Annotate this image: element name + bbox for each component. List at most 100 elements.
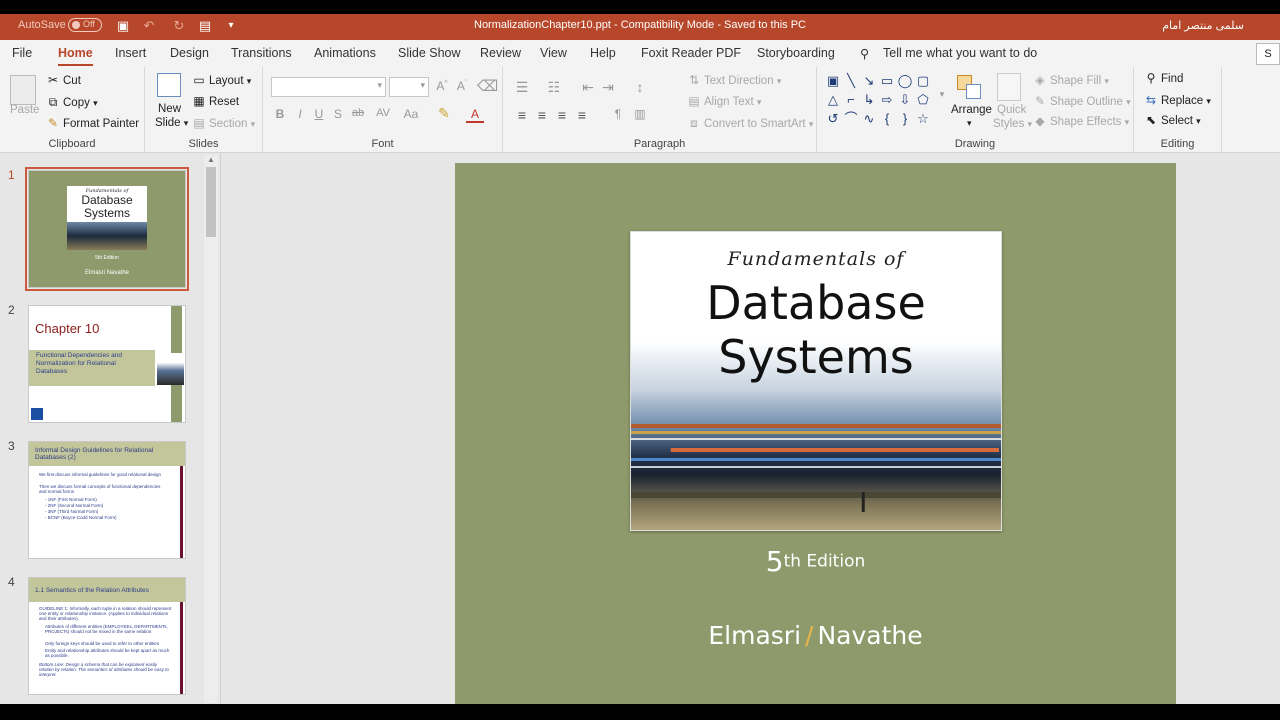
clear-formatting-icon[interactable]: ⌫ [477, 77, 498, 95]
tab-view[interactable]: View [540, 46, 567, 60]
user-name[interactable]: سلمى منتصر امام [1162, 19, 1244, 32]
tab-home[interactable]: Home [58, 46, 93, 66]
share-button[interactable]: S [1256, 43, 1280, 65]
slide-thumbnail-3[interactable]: Informal Design Guidelines for Relationa… [28, 441, 186, 559]
arrange-button[interactable]: Arrange [951, 104, 992, 116]
columns-icon[interactable]: ▥ [631, 107, 649, 121]
textbox-shape-icon[interactable]: ▣ [825, 73, 841, 89]
tab-slide-show[interactable]: Slide Show [398, 46, 461, 60]
shape-effects-button[interactable]: ◆ Shape Effects ▾ [1033, 114, 1129, 128]
font-color-icon[interactable]: A [466, 107, 484, 123]
tab-animations[interactable]: Animations [314, 46, 376, 60]
tab-storyboarding[interactable]: Storyboarding [757, 46, 835, 60]
layout-button[interactable]: ▭ Layout ▾ [192, 73, 251, 87]
freeform-shape-icon[interactable]: ∿ [861, 111, 877, 127]
select-button[interactable]: ⬉ Select ▾ [1144, 113, 1201, 127]
change-case-button[interactable]: Aa [399, 107, 423, 121]
scroll-up-icon[interactable]: ▲ [204, 155, 218, 165]
justify-icon[interactable]: ≡ [573, 107, 591, 123]
shape-fill-button[interactable]: ◈ Shape Fill ▾ [1033, 73, 1109, 87]
font-size-combo[interactable] [389, 77, 429, 97]
new-slide-button-line1[interactable]: New [158, 103, 181, 115]
rectangle-shape-icon[interactable]: ▭ [879, 73, 895, 89]
tab-review[interactable]: Review [480, 46, 521, 60]
paste-button[interactable]: Paste [10, 104, 39, 116]
convert-smartart-button[interactable]: ⧈ Convert to SmartArt ▾ [687, 116, 813, 131]
shadow-button[interactable]: S [329, 107, 347, 121]
right-arrow-shape-icon[interactable]: ⇨ [879, 92, 895, 108]
char-spacing-button[interactable]: AV [371, 107, 395, 119]
shape-outline-button[interactable]: ✎ Shape Outline ▾ [1033, 94, 1131, 108]
thumbnails-scrollbar[interactable]: ▲ [204, 155, 218, 703]
slide-thumbnail-1[interactable]: Fundamentals of Database Systems 5th Edi… [25, 167, 189, 291]
left-brace-shape-icon[interactable]: { [879, 111, 895, 127]
arrange-dropdown-icon[interactable]: ▾ [967, 118, 972, 129]
paste-icon[interactable] [10, 75, 36, 105]
line-shape-icon[interactable]: ╲ [843, 73, 859, 89]
align-text-button[interactable]: ▤ Align Text ▾ [687, 94, 761, 108]
align-center-icon[interactable]: ≡ [533, 107, 551, 123]
bold-button[interactable]: B [271, 107, 289, 121]
search-icon[interactable]: ⚲ [860, 46, 869, 61]
rounded-rect-shape-icon[interactable]: ▢ [915, 73, 931, 89]
elbow-connector-shape-icon[interactable]: ⌐ [843, 92, 859, 108]
scrollbar-thumb[interactable] [206, 167, 216, 237]
thumb2-subtitle: Functional Dependencies and Normalizatio… [36, 352, 123, 375]
slide-thumbnail-2[interactable]: Chapter 10 Functional Dependencies and N… [28, 305, 186, 423]
decrease-indent-icon[interactable]: ⇤ [579, 79, 597, 96]
curve-shape-icon[interactable]: ↺ [825, 111, 841, 127]
arrange-icon[interactable] [957, 75, 983, 101]
book-cover-image[interactable]: Fundamentals of Database Systems [630, 231, 1002, 531]
font-name-combo[interactable] [271, 77, 386, 97]
new-slide-icon[interactable] [157, 73, 181, 97]
new-slide-button-line2[interactable]: Slide ▾ [155, 117, 188, 129]
rtl-icon[interactable]: ¶ [609, 107, 627, 121]
oval-shape-icon[interactable]: ◯ [897, 73, 913, 89]
tab-foxit-reader-pdf[interactable]: Foxit Reader PDF [641, 46, 741, 60]
format-painter-button[interactable]: ✎ Format Painter [46, 116, 139, 130]
increase-indent-icon[interactable]: ⇥ [599, 79, 617, 96]
quick-styles-button-line2[interactable]: Styles ▾ [993, 118, 1032, 130]
section-button[interactable]: ▤ Section ▾ [192, 116, 255, 130]
right-brace-shape-icon[interactable]: } [897, 111, 913, 127]
quick-styles-icon[interactable] [997, 73, 1021, 101]
align-right-icon[interactable]: ≡ [553, 107, 571, 123]
flowchart-shape-icon[interactable]: ⬠ [915, 92, 931, 108]
shrink-font-icon[interactable]: Aˇ [453, 79, 471, 93]
cut-button[interactable]: ✂ Cut [46, 73, 81, 87]
grow-font-icon[interactable]: A^ [433, 79, 451, 93]
quick-styles-button-line1[interactable]: Quick [997, 104, 1026, 116]
numbering-icon[interactable]: ☷ [545, 79, 563, 96]
tab-insert[interactable]: Insert [115, 46, 146, 60]
italic-button[interactable]: I [291, 107, 309, 121]
thumb3-bullet-5: - 3NF (Third Normal Form) [45, 509, 99, 514]
down-arrow-shape-icon[interactable]: ⇩ [897, 92, 913, 108]
underline-button[interactable]: U [310, 107, 328, 121]
align-left-icon[interactable]: ≡ [513, 107, 531, 123]
highlight-icon[interactable]: ✎ [435, 105, 453, 122]
bullets-icon[interactable]: ☰ [513, 79, 531, 96]
elbow-arrow-shape-icon[interactable]: ↳ [861, 92, 877, 108]
tell-me-box[interactable]: Tell me what you want to do [883, 46, 1037, 60]
tab-help[interactable]: Help [590, 46, 616, 60]
main-slide[interactable]: Fundamentals of Database Systems 5th Edi… [455, 163, 1176, 704]
triangle-shape-icon[interactable]: △ [825, 92, 841, 108]
arc-shape-icon[interactable]: ⌒ [843, 111, 859, 127]
replace-button[interactable]: ⇆ Replace ▾ [1144, 93, 1211, 107]
strikethrough-button[interactable]: ab [349, 107, 367, 119]
shapes-more-icon[interactable]: ▾ [933, 89, 951, 100]
copy-icon: ⧉ [48, 95, 58, 109]
find-button[interactable]: ⚲ Find [1144, 71, 1184, 85]
reset-button[interactable]: ▦ Reset [192, 94, 239, 108]
tab-design[interactable]: Design [170, 46, 209, 60]
shapes-gallery[interactable]: ▣ ╲ ↘ ▭ ◯ ▢ △ ⌐ ↳ ⇨ ⇩ ⬠ ↺ ⌒ ∿ { } ☆ [825, 73, 945, 131]
tab-file[interactable]: File [12, 46, 32, 60]
text-direction-button[interactable]: ⇅ Text Direction ▾ [687, 73, 781, 87]
panel-divider[interactable] [220, 153, 221, 704]
copy-button[interactable]: ⧉ Copy ▾ [46, 95, 98, 110]
slide-thumbnail-4[interactable]: 1.1 Semantics of the Relation Attributes… [28, 577, 186, 695]
star-shape-icon[interactable]: ☆ [915, 111, 931, 127]
line-spacing-icon[interactable]: ↕ [631, 79, 649, 95]
arrow-line-shape-icon[interactable]: ↘ [861, 73, 877, 89]
tab-transitions[interactable]: Transitions [231, 46, 292, 60]
